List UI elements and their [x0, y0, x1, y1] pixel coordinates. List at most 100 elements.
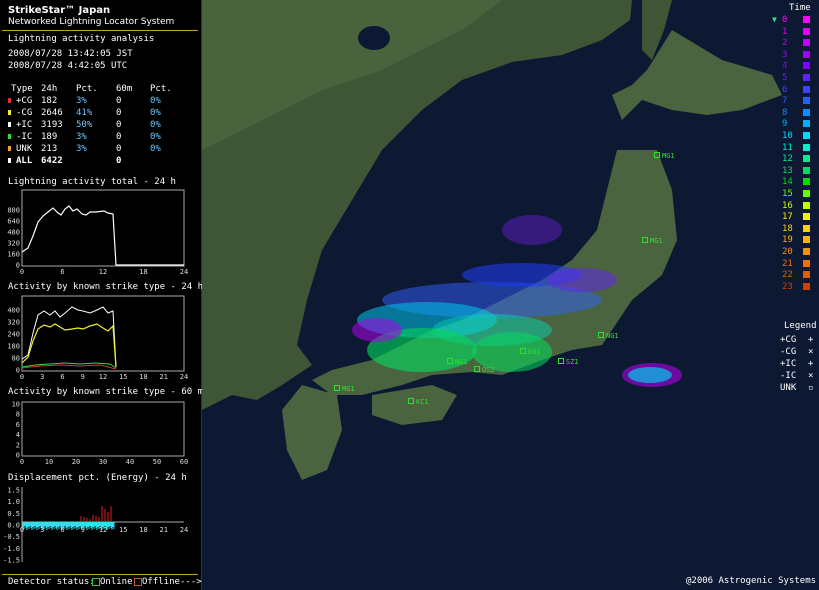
strike-symbol-icon: + — [808, 359, 814, 369]
time-legend-item: 7 — [766, 96, 816, 106]
y-tick-label: 2 — [16, 441, 20, 449]
x-tick-label: 30 — [99, 458, 107, 466]
x-tick-label: 40 — [126, 458, 134, 466]
chart-total-title: Lightning activity total - 24 h — [8, 177, 176, 187]
time-legend: Time ▼ 0 1 2 3 4 5 6 7 8 9 10 11 12 13 14 15 16 17 18 19 20 2… — [766, 2, 819, 302]
app-title: StrikeStar™ Japan — [8, 5, 111, 16]
time-legend-label: 16 — [782, 200, 793, 211]
chart-displacement-svg: 1.5 1.0 0.5 0.0 -0.5 -1.0 -1.5 0 3 6 9 12 15 18 21 24 — [3, 487, 188, 565]
y-tick-label: 320 — [7, 319, 20, 327]
time-color-swatch — [803, 213, 810, 221]
station-label: MG1 — [342, 385, 355, 393]
row-24h: 189 — [41, 132, 58, 142]
status-arrow[interactable]: ---> — [180, 578, 202, 587]
detector-station-marker[interactable]: KG1 — [520, 348, 541, 356]
time-color-swatch — [803, 259, 810, 267]
time-legend-label: 18 — [782, 223, 793, 234]
station-label: OS2 — [482, 366, 495, 374]
time-legend-label: 3 — [782, 49, 788, 60]
time-color-swatch — [803, 62, 810, 70]
symbol-legend-item: -CG × — [780, 347, 819, 357]
time-legend-item: 2 — [766, 38, 816, 48]
strike-symbol-icon: ▫ — [808, 383, 814, 393]
lightning-map[interactable]: Time ▼ 0 1 2 3 4 5 6 7 8 9 10 11 12 13 14 15 16 17 18 19 20 2… — [202, 0, 819, 590]
row-60m: 0 — [116, 108, 122, 118]
y-tick-label: 10 — [12, 401, 20, 409]
detector-station-marker[interactable]: MG1 — [334, 385, 355, 393]
time-legend-item: 5 — [766, 73, 816, 83]
time-legend-label: 20 — [782, 247, 793, 257]
detector-station-marker[interactable]: SZ1 — [558, 358, 579, 366]
type-swatch — [8, 110, 11, 115]
x-tick-label: 3 — [40, 526, 44, 534]
y-tick-label: 160 — [7, 251, 20, 259]
time-legend-label: 13 — [782, 165, 793, 176]
station-icon — [558, 358, 564, 364]
y-tick-label: 240 — [7, 331, 20, 339]
chart-type-24h: 400 320 240 180 80 0 0 3 6 9 12 15 18 21 24 — [0, 293, 201, 383]
symbol-legend-title: Legend — [784, 321, 817, 331]
row-type: +IC — [16, 120, 33, 130]
detector-station-marker[interactable]: MG1 — [654, 152, 675, 160]
row-type: UNK — [16, 144, 33, 154]
x-tick-label: 12 — [99, 526, 107, 534]
x-tick-label: 0 — [20, 526, 24, 534]
row-pct-24h: 3% — [76, 144, 87, 154]
y-tick-label: 1.0 — [7, 498, 20, 506]
total-60m: 0 — [116, 156, 122, 166]
detector-station-marker[interactable]: OS2 — [474, 366, 495, 374]
x-tick-label: 12 — [99, 268, 107, 276]
station-icon — [598, 332, 604, 338]
y-tick-label: 6 — [16, 421, 20, 429]
time-legend-item: 11 — [766, 143, 816, 153]
station-icon — [474, 366, 480, 372]
row-60m: 0 — [116, 144, 122, 154]
detector-station-marker[interactable]: KC1 — [408, 398, 429, 406]
time-legend-label: 8 — [782, 107, 788, 118]
y-tick-label: -0.5 — [3, 533, 20, 541]
time-color-swatch — [803, 74, 810, 81]
chart-displacement: 1.5 1.0 0.5 0.0 -0.5 -1.0 -1.5 0 3 6 9 12 15 18 21 24 — [0, 484, 201, 572]
col-24h: 24h — [41, 84, 58, 94]
x-tick-label: 0 — [20, 268, 24, 276]
time-legend-item: 1 — [766, 27, 816, 37]
x-tick-label: 9 — [81, 373, 85, 381]
time-legend-label: 7 — [782, 96, 788, 107]
app-subtitle: Networked Lightning Locator System — [8, 17, 175, 27]
time-legend-label: 4 — [782, 61, 788, 72]
chart-type-24h-svg: 4003202401808000 3 6 9 12 15 18 21 24 — [7, 295, 188, 381]
col-pct-24h: Pct. — [76, 84, 98, 94]
status-label: Detector status: — [8, 577, 95, 587]
symbol-legend-label: -CG — [780, 347, 797, 357]
total-swatch — [8, 158, 11, 163]
y-tick-label: 8 — [16, 411, 20, 419]
y-tick-label: -1.5 — [3, 557, 20, 565]
time-legend-item: 12 — [766, 154, 816, 164]
row-24h: 182 — [41, 96, 58, 106]
time-color-swatch — [803, 97, 810, 105]
time-jst: 2008/07/28 13:42:05 JST — [8, 49, 133, 59]
analysis-sidebar: StrikeStar™ Japan Networked Lightning Lo… — [0, 0, 214, 590]
time-color-swatch — [803, 166, 810, 174]
time-legend-label: 10 — [782, 131, 793, 141]
row-pct-24h: 3% — [76, 132, 87, 142]
detector-station-marker[interactable]: MG1 — [642, 237, 663, 245]
time-legend-label: 1 — [782, 26, 788, 37]
chart-total-24h: 800 640 480 320 160 0 0 6 12 18 24 — [0, 188, 201, 276]
time-color-swatch — [803, 108, 810, 116]
row-24h: 213 — [41, 144, 58, 154]
time-legend-item: 4 — [766, 61, 816, 71]
x-tick-label: 15 — [119, 526, 127, 534]
x-tick-label: 24 — [180, 526, 188, 534]
detector-station-marker[interactable]: NG1 — [447, 358, 468, 366]
time-legend-item: 17 — [766, 212, 816, 222]
series-minus-cg-line — [21, 323, 117, 368]
time-legend-label: 23 — [782, 281, 793, 292]
time-legend-label: 9 — [782, 119, 788, 130]
time-legend-item: 21 — [766, 259, 816, 269]
time-legend-label: 21 — [782, 258, 793, 269]
col-pct-60m: Pct. — [150, 84, 172, 94]
detector-station-marker[interactable]: NG1 — [598, 332, 619, 340]
time-color-swatch — [803, 190, 810, 197]
row-pct-24h: 41% — [76, 108, 93, 118]
